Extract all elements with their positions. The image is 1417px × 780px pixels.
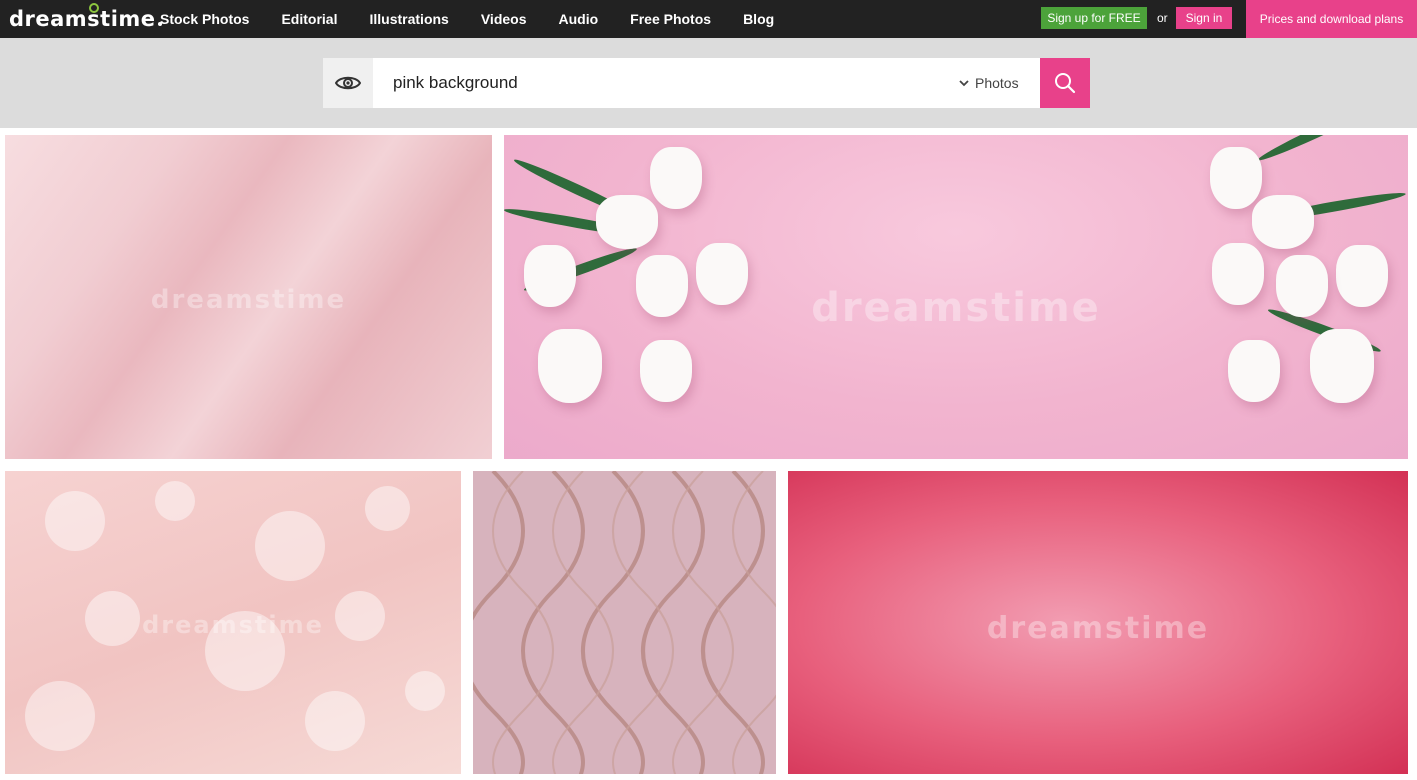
search-type-label: Photos bbox=[975, 75, 1019, 91]
nav-free-photos[interactable]: Free Photos bbox=[630, 11, 711, 27]
search-icon bbox=[1055, 73, 1076, 94]
prices-button[interactable]: Prices and download plans bbox=[1246, 0, 1417, 38]
result-image-red-texture[interactable]: dreamstime bbox=[788, 471, 1408, 774]
top-bar: dreamstime Stock Photos Editorial Illust… bbox=[0, 0, 1417, 38]
nav-audio[interactable]: Audio bbox=[559, 11, 599, 27]
logo-swirl-icon bbox=[89, 3, 99, 13]
watermark: dreamstime bbox=[986, 611, 1210, 646]
watermark: dreamstime bbox=[150, 285, 347, 315]
eye-icon bbox=[335, 76, 361, 90]
rose-gold-pattern bbox=[473, 471, 776, 774]
nav-blog[interactable]: Blog bbox=[743, 11, 774, 27]
nav-videos[interactable]: Videos bbox=[481, 11, 527, 27]
signin-button[interactable]: Sign in bbox=[1176, 7, 1232, 29]
nav-stock-photos[interactable]: Stock Photos bbox=[160, 11, 249, 27]
logo-text: dreamstime bbox=[9, 7, 156, 31]
dreamstime-logo[interactable]: dreamstime bbox=[9, 3, 162, 31]
result-image-white-tulips[interactable]: dreamstime bbox=[504, 135, 1408, 459]
watermark: dreamstime bbox=[142, 611, 324, 639]
search-input[interactable] bbox=[393, 58, 953, 108]
chevron-down-icon bbox=[959, 79, 969, 87]
signup-button[interactable]: Sign up for FREE bbox=[1041, 7, 1147, 29]
search-type-select[interactable]: Photos bbox=[959, 58, 1019, 108]
search-bar: Photos bbox=[323, 58, 1090, 108]
nav-illustrations[interactable]: Illustrations bbox=[369, 11, 448, 27]
visual-search-button[interactable] bbox=[323, 58, 373, 108]
watermark: dreamstime bbox=[811, 285, 1101, 331]
main-nav: Stock Photos Editorial Illustrations Vid… bbox=[160, 0, 806, 38]
result-image-rose-gold-pattern[interactable] bbox=[473, 471, 776, 774]
or-label: or bbox=[1157, 11, 1168, 25]
search-button[interactable] bbox=[1040, 58, 1090, 108]
result-image-pink-silk[interactable]: dreamstime bbox=[5, 135, 492, 459]
nav-editorial[interactable]: Editorial bbox=[281, 11, 337, 27]
search-band: Photos bbox=[0, 38, 1417, 128]
result-image-pink-bokeh[interactable]: dreamstime bbox=[5, 471, 461, 774]
